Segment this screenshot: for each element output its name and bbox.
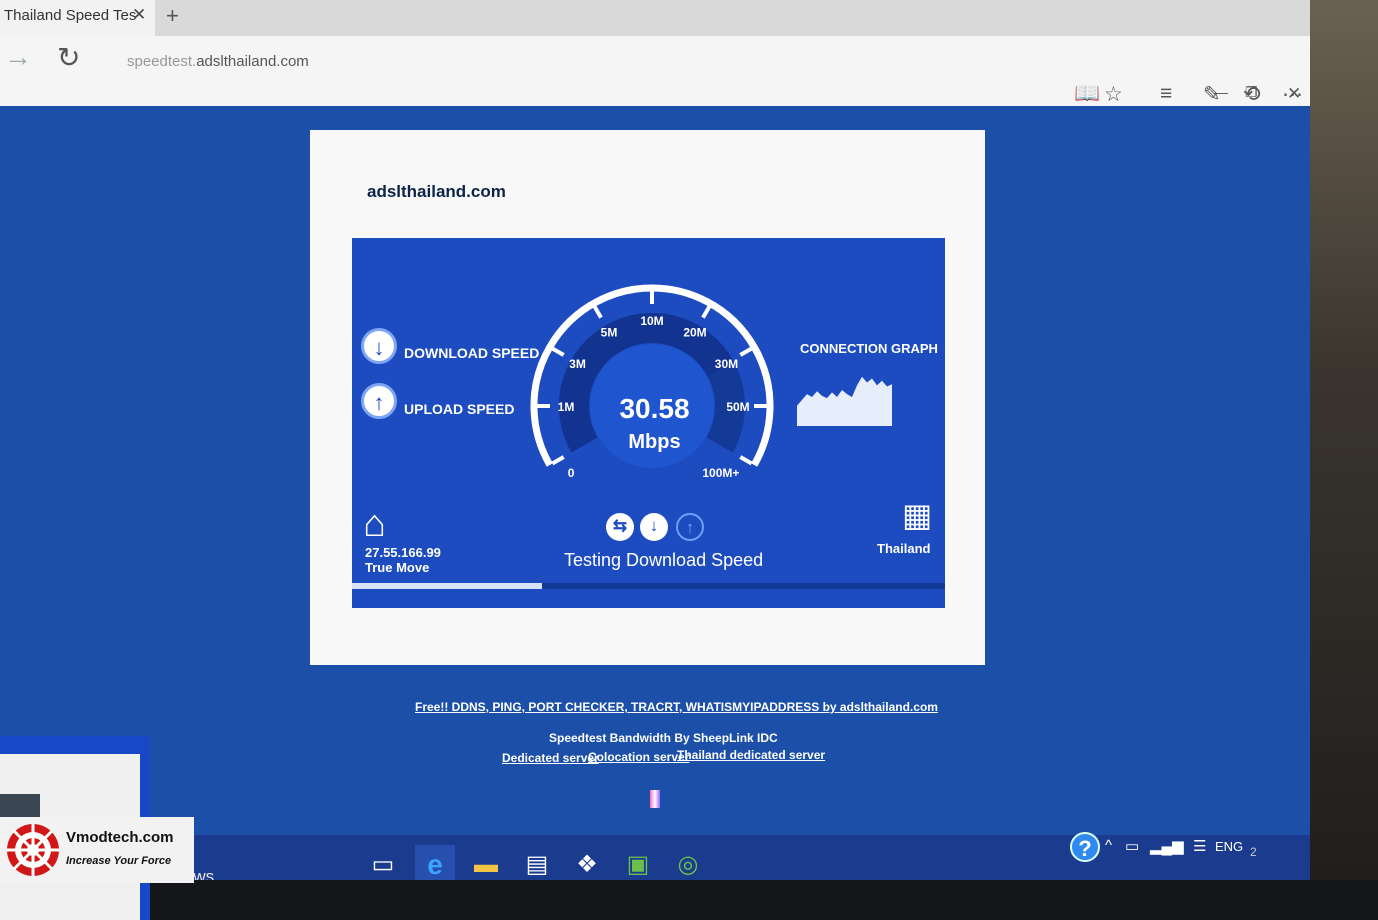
share-icon[interactable]: ⟲ [1243, 82, 1261, 107]
test-progress-bar [352, 583, 945, 589]
evernote-icon[interactable]: ▣ [618, 845, 658, 885]
ping-mode-icon: ⇆ [606, 513, 634, 541]
monitor-bezel [0, 880, 1378, 920]
tools-link[interactable]: Free!! DDNS, PING, PORT CHECKER, TRACRT,… [415, 700, 938, 714]
gauge-tick-label: 5M [601, 326, 618, 340]
test-status: Testing Download Speed [564, 550, 764, 570]
speed-value: 30.58 [619, 393, 690, 424]
gauge-tick-label: 0 [568, 466, 575, 480]
hub-icon[interactable]: ≡ [1160, 82, 1172, 106]
volume-icon[interactable]: ♪ [1173, 837, 1181, 854]
browser-tab-bar: Thailand Speed Tes ✕ + [0, 0, 1310, 36]
forward-arrow-icon[interactable]: → [4, 41, 32, 73]
tab-title: Thailand Speed Tes [4, 7, 137, 24]
favorite-star-icon[interactable]: ☆ [1104, 82, 1123, 107]
pride-flag-icon [650, 790, 660, 808]
gauge-tick [551, 346, 565, 357]
gauge-tick-label: 30M [715, 357, 738, 371]
client-isp: True Move [365, 560, 430, 575]
watermark-tagline: Increase Your Force [66, 855, 172, 867]
language-indicator[interactable]: ENG [1215, 839, 1243, 854]
tray-chevron-icon[interactable]: ^ [1105, 837, 1112, 854]
dedicated-server-link[interactable]: Dedicated server [502, 751, 599, 765]
speedtest-panel: adslthailand.com ↓ DOWNLOAD SPEED ↑ UPLO… [310, 130, 985, 665]
connection-graph-area [797, 376, 892, 426]
action-center-icon[interactable]: ☰ [1193, 837, 1206, 855]
gauge-tick [592, 305, 603, 319]
refresh-icon[interactable]: ↻ [57, 41, 80, 74]
connection-graph [797, 376, 892, 426]
client-ip: 27.55.166.99 [365, 545, 441, 560]
store-icon[interactable]: ▤ [517, 845, 557, 885]
test-progress-fill [352, 583, 542, 589]
watermark-brand: Vmodtech.com [66, 829, 174, 846]
download-indicator-icon: ↓ [361, 328, 397, 364]
battery-icon[interactable]: ▭ [1125, 837, 1139, 855]
gauge-tick-label: 3M [569, 357, 586, 371]
url-domain: adslthailand.com [196, 53, 309, 70]
browser-address-bar: → ↻ speedtest.adslthailand.com — ❐ ✕ 📖 ☆… [0, 36, 1310, 106]
server-location: Thailand [877, 541, 931, 556]
watermark-seal-icon [7, 824, 59, 876]
new-tab-button[interactable]: + [166, 3, 179, 29]
dropbox-icon[interactable]: ❖ [567, 845, 607, 885]
tripadvisor-icon[interactable]: ◎ [668, 845, 708, 885]
gauge-tick-label: 100M+ [702, 466, 739, 480]
gauge-tick [551, 455, 565, 466]
upload-mode-icon: ↑ [676, 513, 704, 541]
home-icon: ⌂ [363, 503, 386, 545]
gauge-tick [739, 346, 753, 357]
gauge-tick [739, 455, 753, 466]
download-mode-icon: ↓ [640, 513, 668, 541]
watermark: Vmodtech.com Increase Your Force [0, 817, 194, 883]
download-speed-label: DOWNLOAD SPEED [404, 345, 540, 361]
edge-icon[interactable]: e [415, 845, 455, 885]
clock[interactable]: 2 [1250, 845, 1257, 859]
thailand-dedicated-server-link[interactable]: Thailand dedicated server [677, 748, 825, 762]
background-room [1310, 0, 1378, 920]
server-building-icon: ▦ [902, 497, 933, 533]
upload-speed-label: UPLOAD SPEED [404, 401, 515, 417]
speedtest-widget: ↓ DOWNLOAD SPEED ↑ UPLOAD SPEED 0 1M 3M 5M 1… [352, 238, 945, 608]
gauge-tick-label: 20M [683, 326, 706, 340]
speed-gauge: 0 1M 3M 5M 10M 20M 30M 50M 100M+ [530, 284, 774, 480]
browser-tab[interactable]: Thailand Speed Tes ✕ [0, 0, 155, 36]
tab-close-icon[interactable]: ✕ [132, 5, 146, 25]
upload-indicator-icon: ↑ [361, 383, 397, 419]
web-note-icon[interactable]: ✎ [1203, 82, 1221, 107]
more-icon[interactable]: ⋯ [1282, 82, 1303, 107]
windows-taskbar: 'indows ▭ e ▬ ▤ ❖ ▣ ◎ ? ^ ▭ ▂▄▆ ♪ ☰ ENG … [150, 832, 1310, 886]
url-field[interactable]: speedtest.adslthailand.com [127, 53, 309, 70]
gauge-tick-label: 10M [640, 314, 663, 328]
site-logo[interactable]: adslthailand.com [367, 182, 506, 202]
monitor-screen: Thailand Speed Tes ✕ + → ↻ speedtest.ads… [0, 0, 1310, 905]
help-icon[interactable]: ? [1070, 832, 1100, 862]
connection-graph-label: CONNECTION GRAPH [800, 341, 938, 356]
task-view-icon[interactable]: ▭ [363, 845, 403, 885]
reading-view-icon[interactable]: 📖 [1074, 82, 1100, 106]
file-explorer-icon[interactable]: ▬ [466, 845, 506, 885]
bandwidth-credit: Speedtest Bandwidth By SheepLink IDC [549, 731, 778, 745]
url-prefix: speedtest. [127, 53, 197, 70]
gauge-tick-label: 1M [558, 400, 575, 414]
speed-unit: Mbps [628, 431, 681, 453]
gauge-tick-label: 50M [726, 400, 749, 414]
colocation-server-link[interactable]: Colocation server [588, 750, 689, 764]
gauge-tick [701, 305, 712, 319]
